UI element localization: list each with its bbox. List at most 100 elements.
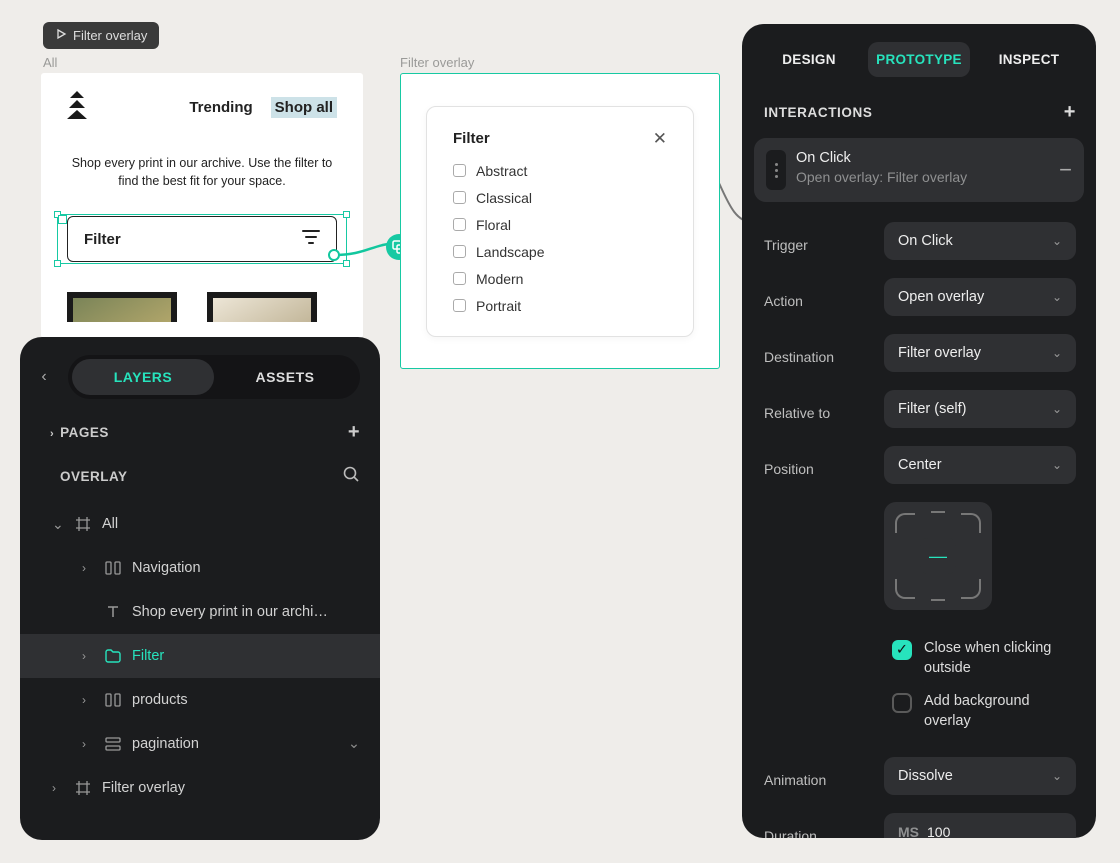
chevron-right-icon[interactable]: ›	[82, 649, 94, 663]
chevron-down-icon: ⌄	[1052, 234, 1062, 248]
artboard-filter-overlay[interactable]: Filter ✕ Abstract Classical Floral Lands…	[400, 73, 720, 369]
nav-row: Trending Shop all	[67, 91, 337, 124]
checkbox-icon	[453, 299, 466, 312]
frame-name-pill[interactable]: Filter overlay	[43, 22, 159, 49]
position-center-icon[interactable]: —	[920, 538, 956, 574]
tab-assets[interactable]: ASSETS	[214, 359, 356, 395]
row-action: Action Open overlay⌄	[754, 272, 1084, 322]
layer-tree: ⌄ All › Navigation Shop every print in o…	[20, 498, 380, 810]
layer-node-navigation[interactable]: › Navigation	[20, 546, 380, 590]
checkbox-icon	[453, 164, 466, 177]
layers-tab-group: LAYERS ASSETS	[68, 355, 360, 399]
label-action: Action	[764, 285, 874, 309]
layer-node-products[interactable]: › products	[20, 678, 380, 722]
filter-icon	[302, 230, 320, 248]
pages-header[interactable]: ›PAGES +	[20, 405, 380, 454]
filter-option[interactable]: Floral	[453, 217, 667, 233]
input-duration[interactable]: MS100	[884, 813, 1076, 838]
brand-mark-icon	[67, 91, 87, 124]
label-destination: Destination	[764, 341, 874, 365]
row-position-grid: — ✓ Close when clicking outside Add back…	[754, 496, 1084, 743]
close-icon[interactable]: ✕	[653, 129, 667, 149]
chevron-down-icon[interactable]: ⌄	[52, 516, 64, 533]
label-trigger: Trigger	[764, 229, 874, 253]
canvas-label-filter-overlay[interactable]: Filter overlay	[400, 55, 474, 70]
chevron-right-icon[interactable]: ›	[82, 737, 94, 751]
chevron-down-icon: ⌄	[1052, 290, 1062, 304]
interaction-title: On Click	[796, 150, 1049, 166]
prototype-panel: DESIGN PROTOTYPE INSPECT INTERACTIONS + …	[742, 24, 1096, 838]
row-trigger: Trigger On Click⌄	[754, 216, 1084, 266]
tab-layers[interactable]: LAYERS	[72, 359, 214, 395]
check-bg-overlay[interactable]: Add background overlay	[884, 685, 1076, 738]
chevron-down-icon: ⌄	[1052, 402, 1062, 416]
select-position[interactable]: Center⌄	[884, 446, 1076, 484]
chevron-right-icon[interactable]: ›	[82, 561, 94, 575]
tab-inspect[interactable]: INSPECT	[978, 42, 1080, 77]
nav-trending[interactable]: Trending	[189, 99, 252, 116]
interaction-subtitle: Open overlay: Filter overlay	[796, 169, 1049, 185]
product-thumb	[207, 292, 317, 322]
select-animation[interactable]: Dissolve⌄	[884, 757, 1076, 795]
filter-card: Filter ✕ Abstract Classical Floral Lands…	[426, 106, 694, 337]
filter-card-title: Filter	[453, 130, 490, 147]
filter-field-selection[interactable]: Filter	[67, 216, 337, 262]
filter-field[interactable]: Filter	[67, 216, 337, 262]
chevron-down-icon: ⌄	[1052, 769, 1062, 783]
filter-option[interactable]: Classical	[453, 190, 667, 206]
interaction-card[interactable]: On Click Open overlay: Filter overlay −	[754, 138, 1084, 202]
drag-handle-icon[interactable]	[766, 150, 786, 190]
row-relative-to: Relative to Filter (self)⌄	[754, 384, 1084, 434]
artboard-all[interactable]: Trending Shop all Shop every print in ou…	[41, 73, 363, 338]
layer-node-pagination[interactable]: › pagination ⌄	[20, 722, 380, 766]
row-destination: Destination Filter overlay⌄	[754, 328, 1084, 378]
back-chevron-icon[interactable]: ‹	[26, 359, 62, 395]
remove-interaction-icon[interactable]: −	[1059, 157, 1072, 183]
tab-prototype[interactable]: PROTOTYPE	[868, 42, 970, 77]
proto-tabs: DESIGN PROTOTYPE INSPECT	[754, 36, 1084, 91]
chevron-right-icon[interactable]: ›	[82, 693, 94, 707]
layer-node-all[interactable]: ⌄ All	[20, 502, 380, 546]
frame-name-text: Filter overlay	[73, 28, 147, 43]
check-close-outside[interactable]: ✓ Close when clicking outside	[884, 632, 1076, 685]
chevron-down-icon[interactable]: ⌄	[348, 736, 360, 752]
chevron-right-icon[interactable]: ›	[52, 781, 64, 795]
filter-option[interactable]: Portrait	[453, 298, 667, 314]
chevron-down-icon: ⌄	[1052, 346, 1062, 360]
layer-node-text[interactable]: Shop every print in our archi…	[20, 590, 380, 634]
nav-shop-all[interactable]: Shop all	[271, 97, 337, 118]
auto-layout-icon	[104, 559, 122, 577]
filter-field-label: Filter	[84, 231, 121, 248]
tab-design[interactable]: DESIGN	[758, 42, 860, 77]
filter-option[interactable]: Modern	[453, 271, 667, 287]
layer-node-filter[interactable]: › Filter	[20, 634, 380, 678]
select-destination[interactable]: Filter overlay⌄	[884, 334, 1076, 372]
filter-option[interactable]: Abstract	[453, 163, 667, 179]
search-icon[interactable]	[343, 466, 360, 486]
select-trigger[interactable]: On Click⌄	[884, 222, 1076, 260]
canvas-label-all[interactable]: All	[43, 55, 57, 70]
folder-icon	[104, 647, 122, 665]
overlay-header[interactable]: OVERLAY	[20, 454, 380, 498]
text-icon	[104, 603, 122, 621]
row-animation: Animation Dissolve⌄	[754, 751, 1084, 801]
add-interaction-icon[interactable]: +	[1064, 101, 1076, 124]
select-relative-to[interactable]: Filter (self)⌄	[884, 390, 1076, 428]
checkbox-icon	[453, 191, 466, 204]
label-position: Position	[764, 453, 874, 477]
filter-options: Abstract Classical Floral Landscape Mode…	[453, 163, 667, 314]
play-icon	[55, 28, 67, 43]
checkbox-icon	[453, 272, 466, 285]
row-position: Position Center⌄	[754, 440, 1084, 490]
label-duration: Duration	[764, 820, 874, 838]
layer-node-filter-overlay[interactable]: › Filter overlay	[20, 766, 380, 810]
row-duration: Duration MS100	[754, 807, 1084, 838]
position-grid[interactable]: —	[884, 502, 992, 610]
add-page-icon[interactable]: +	[348, 421, 360, 444]
filter-option[interactable]: Landscape	[453, 244, 667, 260]
product-thumb	[67, 292, 177, 322]
frame-icon	[74, 515, 92, 533]
product-thumbs	[67, 292, 337, 322]
select-action[interactable]: Open overlay⌄	[884, 278, 1076, 316]
layers-panel: ‹ LAYERS ASSETS ›PAGES + OVERLAY ⌄ All ›…	[20, 337, 380, 840]
